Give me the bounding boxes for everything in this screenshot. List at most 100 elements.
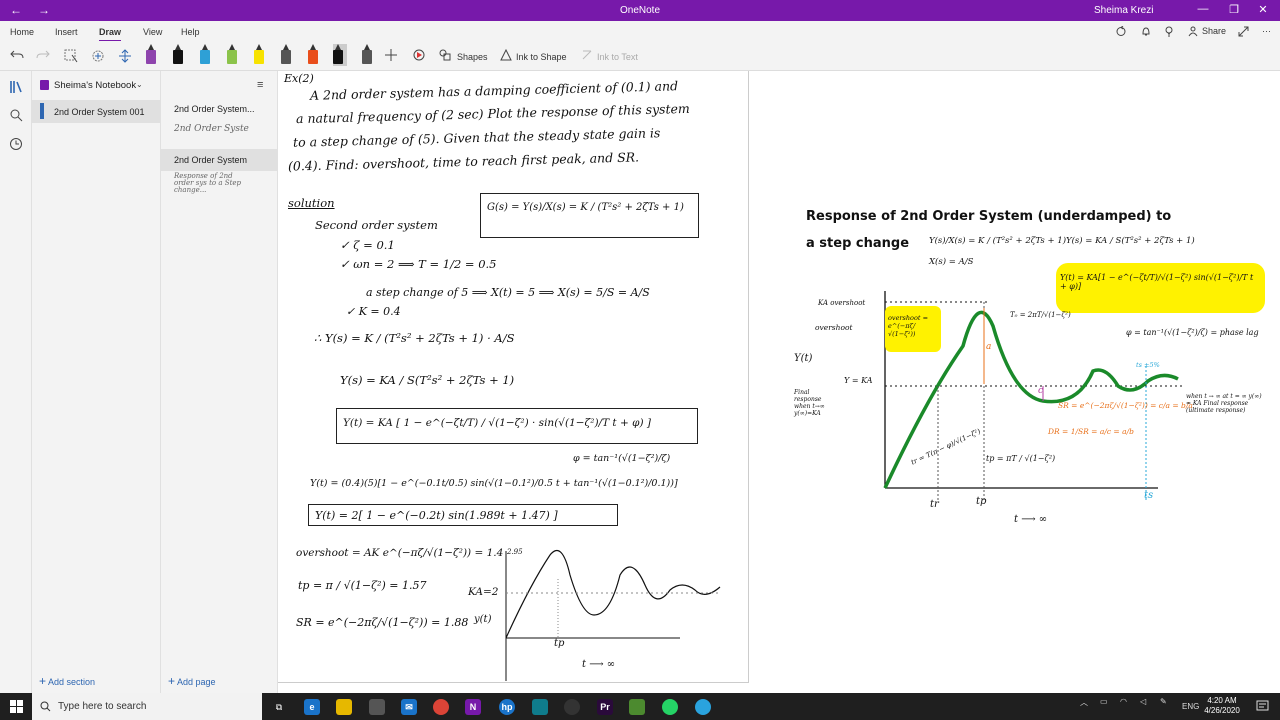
lasso-select-icon[interactable] (64, 49, 78, 63)
pen-2-icon[interactable] (173, 44, 183, 66)
pen-9-icon[interactable] (362, 44, 372, 66)
ink-to-text-icon[interactable] (581, 49, 593, 61)
page-item-2-preview: Response of 2nd order sys to a Step chan… (161, 172, 251, 194)
add-pen-icon[interactable] (385, 48, 397, 62)
add-page-label: Add page (177, 677, 216, 687)
handwritten-notes-page: Ex(2) A 2nd order system has a damping c… (278, 71, 749, 683)
taskbar-search[interactable]: Type here to search (32, 693, 262, 720)
section-item[interactable]: 2nd Order System 001 (32, 100, 161, 123)
undo-icon[interactable] (10, 49, 24, 61)
tab-help[interactable]: Help (181, 27, 200, 37)
tr-axis-label: tr (930, 499, 939, 510)
whatsapp-icon[interactable] (662, 699, 678, 715)
tab-insert[interactable]: Insert (55, 27, 78, 37)
pen-5-icon[interactable] (254, 44, 264, 66)
mail-icon[interactable]: ✉ (401, 699, 417, 715)
user-name[interactable]: Sheima Krezi (1094, 5, 1153, 16)
windows-start-icon[interactable] (10, 700, 23, 713)
tab-draw[interactable]: Draw (99, 27, 122, 42)
phi-equation: φ = tan⁻¹(√(1−ζ²)/ζ) (573, 453, 671, 464)
ys-equation-2: Y(s) = KA / S(T²s² + 2ζTs + 1) (340, 373, 515, 387)
xs-equation: X(s) = A/S (929, 257, 974, 267)
shapes-icon[interactable] (439, 49, 451, 61)
sort-icon[interactable]: ≡ (257, 79, 263, 91)
sr-equation: SR = e^(−2πζ/√(1−ζ²)) = 1.88 (296, 616, 469, 629)
zeta-value: ✓ ζ = 0.1 (340, 238, 395, 252)
store-icon[interactable] (369, 699, 385, 715)
tab-view[interactable]: View (143, 27, 162, 37)
lightbulb-icon[interactable] (1164, 26, 1174, 37)
tab-home[interactable]: Home (10, 27, 34, 37)
add-section-label: Add section (48, 677, 96, 687)
premiere-icon[interactable]: Pr (597, 699, 613, 715)
page-item-2[interactable]: 2nd Order System (161, 149, 278, 171)
clock-time: 4:20 AM (1207, 696, 1237, 705)
sync-icon[interactable] (1115, 26, 1127, 37)
search-icon[interactable] (9, 108, 23, 122)
battery-icon[interactable]: ▭ (1100, 697, 1108, 706)
taskbar-search-placeholder: Type here to search (58, 701, 147, 712)
pen-6-icon[interactable] (281, 44, 291, 66)
ink-replay-icon[interactable] (412, 48, 426, 62)
add-page-button[interactable]: + Add page (168, 674, 216, 688)
system-clock[interactable]: 4:20 AM 4/26/2020 (1196, 696, 1248, 716)
plus-icon: + (39, 674, 47, 688)
page-canvas[interactable]: Ex(2) A 2nd order system has a damping c… (278, 71, 1280, 693)
notebook-name[interactable]: Sheima's Notebook (54, 80, 136, 91)
telegram-icon[interactable] (695, 699, 711, 715)
onenote-icon[interactable]: N (465, 699, 481, 715)
pen-workspace-icon[interactable]: ✎ (1160, 697, 1167, 706)
shapes-button[interactable]: Shapes (457, 52, 488, 62)
notebooks-icon[interactable] (9, 80, 23, 94)
close-icon[interactable]: ✕ (1253, 3, 1273, 16)
hp-icon[interactable]: hp (499, 699, 515, 715)
page-item-1[interactable]: 2nd Order System... 2nd Order Syste (161, 104, 278, 149)
problem-line-4: (0.4). Find: overshoot, time to reach fi… (287, 149, 640, 174)
page-preview: 2nd Order Syste (174, 124, 249, 134)
eraser-tool-icon[interactable] (118, 49, 132, 63)
section-label: 2nd Order System 001 (54, 107, 145, 117)
task-view-icon[interactable]: ⧉ (271, 699, 287, 715)
plot-ka-label: KA=2 (468, 586, 499, 598)
more-options-icon[interactable]: ··· (1262, 26, 1271, 36)
solution-heading: solution (288, 196, 335, 210)
volume-icon[interactable]: ◁ (1140, 697, 1146, 706)
pen-1-icon[interactable] (146, 44, 156, 66)
chrome-icon[interactable] (433, 699, 449, 715)
pen-8-icon[interactable] (333, 44, 347, 66)
add-section-button[interactable]: + Add section (39, 674, 95, 688)
share-button[interactable]: Share (1202, 26, 1226, 36)
section-color-tab (40, 103, 44, 119)
tray-chevron-icon[interactable]: ︿ (1080, 697, 1088, 708)
title-bar: ← → OneNote Sheima Krezi — ❐ ✕ (0, 0, 1280, 21)
expand-icon[interactable] (1238, 26, 1249, 37)
chevron-down-icon[interactable]: ⌄ (136, 80, 143, 89)
pen-7-icon[interactable] (308, 44, 318, 66)
redo-icon[interactable] (36, 49, 50, 61)
c-label: c (1038, 386, 1044, 396)
app-icon-2[interactable] (629, 699, 645, 715)
pen-3-icon[interactable] (200, 44, 210, 66)
example-tag: Ex(2) (284, 72, 314, 85)
file-explorer-icon[interactable] (336, 699, 352, 715)
network-icon[interactable]: ◠ (1120, 697, 1127, 706)
plot-tp-label: tp (554, 638, 565, 649)
notifications-icon[interactable] (1256, 700, 1269, 713)
page-preview: Response of 2nd order sys to a Step chan… (174, 172, 242, 194)
ink-to-text-button[interactable]: Ink to Text (597, 52, 638, 62)
pages-pane: ≡ 2nd Order System... 2nd Order Syste 2n… (161, 71, 278, 693)
app-title: OneNote (619, 5, 661, 16)
app-icon[interactable] (532, 699, 548, 715)
bell-icon[interactable] (1141, 26, 1151, 37)
ink-to-shape-button[interactable]: Ink to Shape (516, 52, 567, 62)
tp-axis-label: tp (976, 496, 987, 507)
ink-to-shape-icon[interactable] (500, 49, 512, 61)
pen-4-icon[interactable] (227, 44, 237, 66)
edge-icon[interactable]: e (304, 699, 320, 715)
obs-icon[interactable] (564, 699, 580, 715)
restore-icon[interactable]: ❐ (1224, 3, 1244, 16)
recent-icon[interactable] (9, 137, 23, 151)
add-space-icon[interactable] (91, 49, 105, 63)
t-axis-label: t ⟶ ∞ (1014, 514, 1048, 525)
minimize-icon[interactable]: — (1193, 3, 1213, 15)
